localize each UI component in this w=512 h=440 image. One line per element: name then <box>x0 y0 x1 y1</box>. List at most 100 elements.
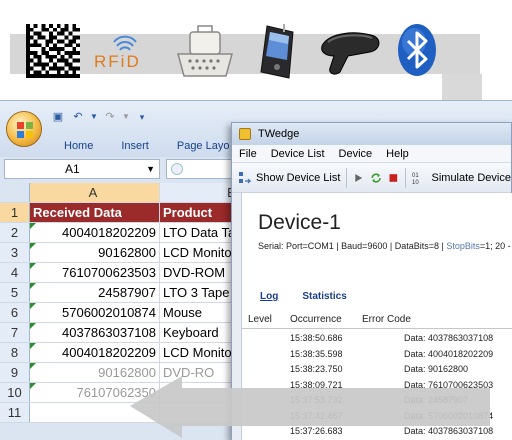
row-header[interactable]: 9 <box>0 363 30 382</box>
ribbon-tabs: Home Insert Page Layo <box>50 137 243 155</box>
simulate-device-button[interactable]: 01 10 Simulate Device <box>412 171 511 185</box>
quick-access-toolbar: ▣ ↶ ▼ ↷ ▼ ▾ <box>50 107 150 127</box>
cell-a[interactable]: 5706002010874 <box>30 303 160 322</box>
datamatrix-module <box>68 43 73 48</box>
chevron-down-icon[interactable]: ▼ <box>146 160 155 178</box>
cell-a-value: 5706002010874 <box>62 305 156 320</box>
tab-insert[interactable]: Insert <box>107 137 163 155</box>
datamatrix-module <box>76 51 80 55</box>
tab-home[interactable]: Home <box>50 137 107 155</box>
menu-device-list[interactable]: Device List <box>264 145 332 162</box>
statistics-link[interactable]: Statistics <box>302 291 346 302</box>
cell-a[interactable]: 90162800 <box>30 243 160 262</box>
row-header[interactable]: 11 <box>0 403 30 422</box>
datamatrix-module <box>72 58 77 63</box>
datamatrix-module <box>26 39 30 44</box>
redo-dropdown-icon[interactable]: ▼ <box>122 109 130 125</box>
row-header[interactable]: 3 <box>0 243 30 262</box>
log-row[interactable]: 15:38:35.598 Data: 4004018202209 <box>242 347 512 363</box>
datamatrix-module <box>26 47 30 51</box>
cell-a1[interactable]: Received Data <box>30 203 160 222</box>
datamatrix-module <box>41 74 46 78</box>
datamatrix-module <box>76 58 80 63</box>
row-header[interactable]: 6 <box>0 303 30 322</box>
select-all-corner[interactable] <box>0 183 30 202</box>
customize-qat-icon[interactable]: ▾ <box>134 109 150 125</box>
binary-icon: 01 10 <box>412 173 419 185</box>
menu-file[interactable]: File <box>232 145 264 162</box>
office-button[interactable] <box>6 111 42 147</box>
datamatrix-module <box>37 54 42 59</box>
rfid-icon: RFiD <box>94 34 156 74</box>
datamatrix-module <box>56 39 61 44</box>
datamatrix-module <box>68 39 73 44</box>
cell-a[interactable]: 4004018202209 <box>30 223 160 242</box>
datamatrix-module <box>26 54 30 59</box>
window-title-bar[interactable]: TWedge <box>232 123 511 145</box>
datamatrix-module <box>45 43 50 48</box>
row-header[interactable]: 7 <box>0 323 30 342</box>
datamatrix-module <box>33 70 38 75</box>
datamatrix-module <box>41 47 46 51</box>
show-device-list-button[interactable]: Show Device List <box>238 171 340 185</box>
redo-icon[interactable]: ↷ <box>102 109 118 125</box>
cell-a[interactable]: 4004018202209 <box>30 343 160 362</box>
datamatrix-module <box>37 62 42 67</box>
row-header[interactable]: 1 <box>0 203 30 222</box>
column-header-a[interactable]: A <box>30 183 160 202</box>
row-header[interactable]: 8 <box>0 343 30 362</box>
cell-a[interactable]: 24587907 <box>30 283 160 302</box>
datamatrix-module <box>26 51 30 55</box>
stop-icon[interactable] <box>388 171 399 185</box>
undo-dropdown-icon[interactable]: ▼ <box>90 109 98 125</box>
datamatrix-module <box>49 31 53 36</box>
row-header[interactable]: 5 <box>0 283 30 302</box>
datamatrix-module <box>26 43 30 48</box>
menu-help[interactable]: Help <box>379 145 416 162</box>
row-header[interactable]: 4 <box>0 263 30 282</box>
datamatrix-module <box>76 66 80 71</box>
undo-icon[interactable]: ↶ <box>70 109 86 125</box>
datamatrix-module <box>60 39 65 44</box>
datamatrix-module <box>45 27 50 32</box>
column-header-occurrence[interactable]: Occurrence <box>290 314 342 325</box>
datamatrix-module <box>45 74 50 78</box>
name-box-value: A1 <box>65 162 80 176</box>
cell-a[interactable]: 7610700623503 <box>30 263 160 282</box>
datamatrix-module <box>68 62 73 67</box>
refresh-icon[interactable] <box>370 170 382 186</box>
datamatrix-module <box>29 66 34 71</box>
screenshot-stage: RFiD ▣ ↶ ▼ ↷ ▼ ▾ Home Insert Page Layo A… <box>0 0 512 440</box>
datamatrix-module <box>76 35 80 40</box>
save-icon[interactable]: ▣ <box>50 109 66 125</box>
app-icon <box>239 128 251 140</box>
datamatrix-module <box>49 47 53 51</box>
name-box[interactable]: A1 ▼ <box>4 159 160 179</box>
cell-a-value: 4004018202209 <box>62 225 156 240</box>
datamatrix-module <box>64 51 69 55</box>
datamatrix-module <box>45 62 50 67</box>
log-link[interactable]: Log <box>260 291 278 302</box>
datamatrix-module <box>60 47 65 51</box>
datamatrix-module <box>60 74 65 78</box>
datamatrix-module <box>33 62 38 67</box>
column-header-error-code[interactable]: Error Code <box>362 314 411 325</box>
serial-settings-stopbits: StopBits <box>446 241 480 251</box>
menu-device[interactable]: Device <box>332 145 380 162</box>
log-row[interactable]: 15:38:50.686 Data: 4037863037108 <box>242 331 512 347</box>
column-header-level[interactable]: Level <box>248 314 272 325</box>
datamatrix-module <box>68 66 73 71</box>
datamatrix-module <box>33 54 38 59</box>
cell-a[interactable]: 4037863037108 <box>30 323 160 342</box>
toolbar: Show Device List 01 10 Simulate Device <box>232 163 511 193</box>
play-icon[interactable] <box>353 171 364 185</box>
number-as-text-indicator <box>30 383 36 389</box>
row-header[interactable]: 10 <box>0 383 30 402</box>
svg-text:10: 10 <box>412 180 419 185</box>
row-header[interactable]: 2 <box>0 223 30 242</box>
datamatrix-module <box>72 24 77 28</box>
office-logo-icon <box>17 122 33 138</box>
formula-circle-icon <box>171 163 183 175</box>
number-as-text-indicator <box>30 223 36 229</box>
svg-text:01: 01 <box>412 173 419 179</box>
